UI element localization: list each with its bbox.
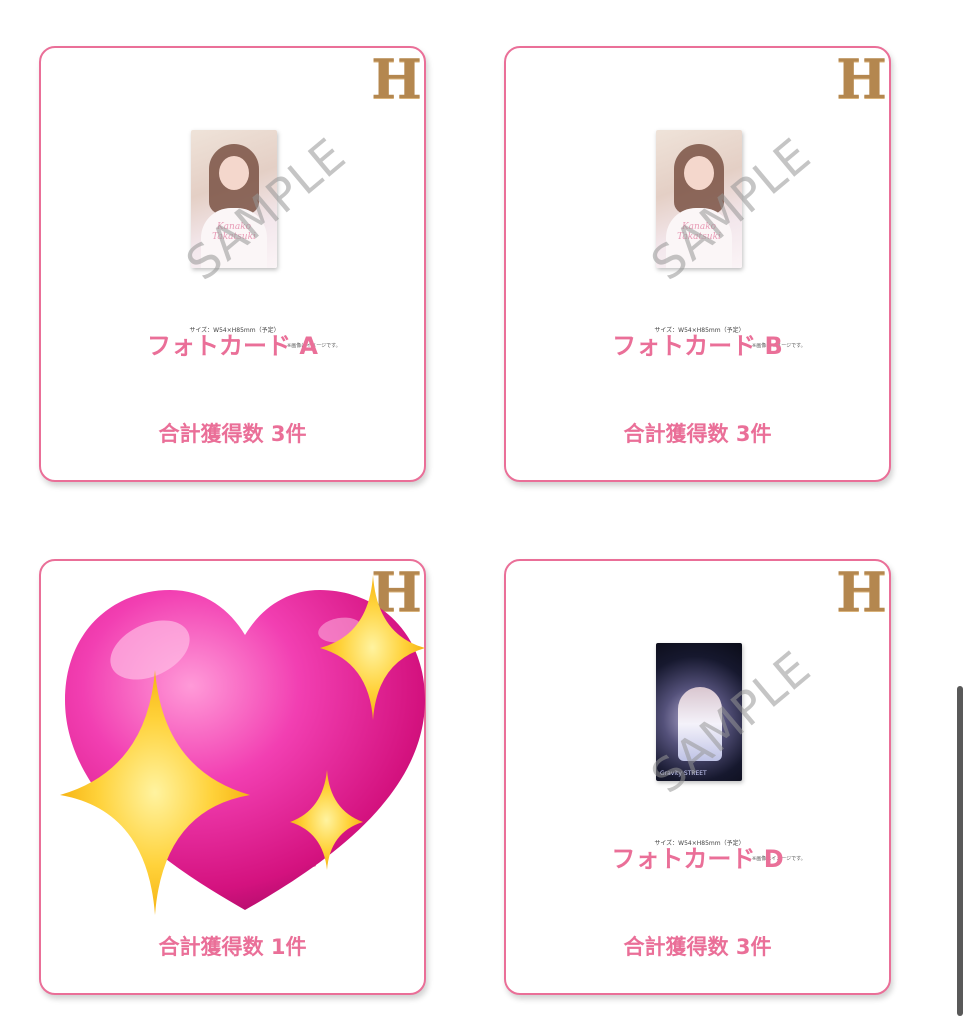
thumb-caption: Kanako Takatsuki	[677, 222, 721, 242]
card-name: フォトカード B	[612, 332, 783, 360]
card-count: 合計獲得数 3件	[623, 422, 772, 446]
card-count: 合計獲得数 3件	[158, 422, 307, 446]
prize-card-c[interactable]: H フォトカード C 合計獲得数 1件	[39, 559, 426, 995]
card-name: フォトカード D	[611, 845, 784, 873]
photo-card-image: Gravity STREET	[656, 643, 742, 781]
card-count: 合計獲得数 3件	[623, 935, 772, 959]
prize-card-b[interactable]: H Kanako Takatsuki SAMPLE サイズ：W54×H85mm（…	[504, 46, 891, 482]
photo-card-thumbnail: Kanako Takatsuki SAMPLE	[131, 122, 356, 312]
scrollbar-thumb[interactable]	[957, 686, 963, 1016]
rank-badge: H	[370, 47, 422, 111]
rank-badge: H	[835, 560, 887, 624]
photo-card-thumbnail: Kanako Takatsuki SAMPLE	[596, 122, 821, 312]
thumb-caption: Kanako Takatsuki	[212, 222, 256, 242]
photo-card-image: Kanako Takatsuki	[191, 130, 277, 268]
prize-card-a[interactable]: H Kanako Takatsuki SAMPLE サイズ：W54×H85mm（…	[39, 46, 426, 482]
card-name: フォトカード C	[147, 845, 318, 873]
photo-card-thumbnail: Gravity STREET SAMPLE	[596, 635, 821, 825]
thumb-brand: Gravity STREET	[660, 770, 707, 777]
rank-badge: H	[370, 560, 422, 624]
prize-card-d[interactable]: H Gravity STREET SAMPLE サイズ：W54×H85mm（予定…	[504, 559, 891, 995]
photo-card-image: Kanako Takatsuki	[656, 130, 742, 268]
card-count: 合計獲得数 1件	[158, 935, 307, 959]
rank-badge: H	[835, 47, 887, 111]
card-name: フォトカード A	[147, 332, 318, 360]
